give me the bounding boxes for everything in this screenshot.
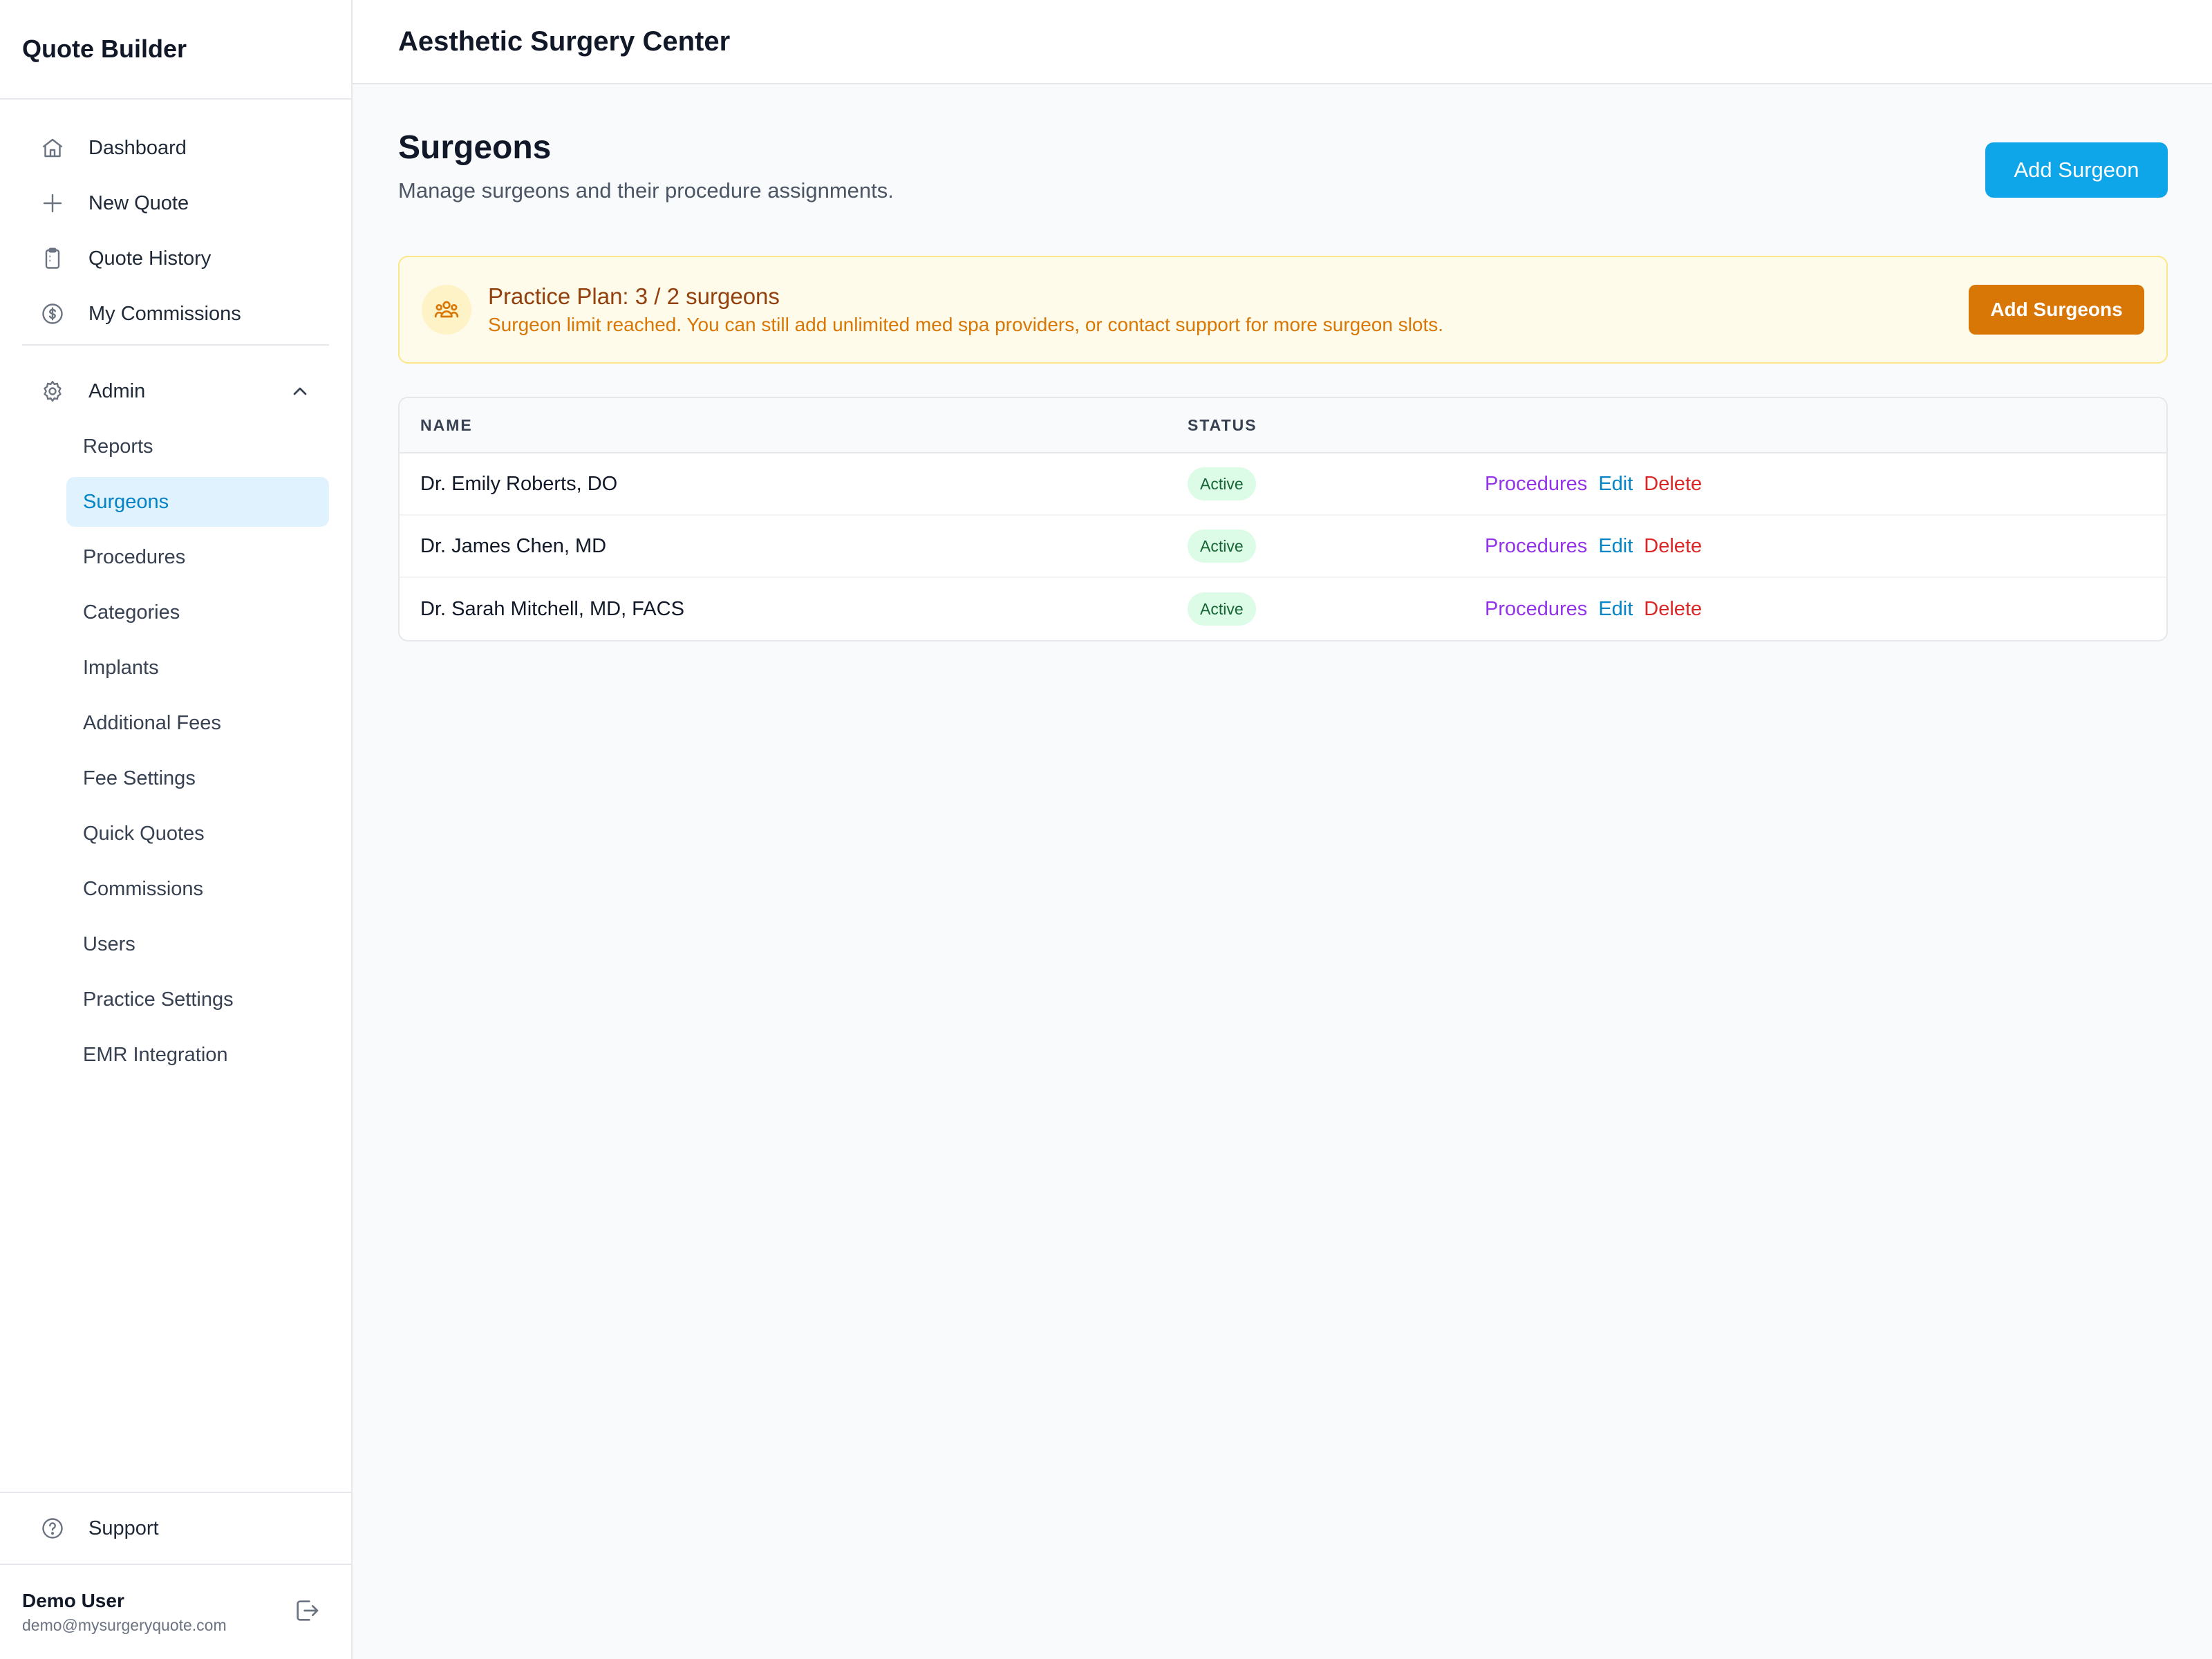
- row-actions: Procedures Edit Delete: [1485, 473, 2166, 496]
- surgeon-name: Dr. James Chen, MD: [420, 534, 607, 557]
- sidebar-item-label: Admin: [88, 379, 146, 402]
- users-group-icon: [422, 285, 471, 335]
- surgeons-table: NAME STATUS Dr. Emily Roberts, DO Active…: [398, 397, 2168, 641]
- sidebar-item-quick-quotes[interactable]: Quick Quotes: [66, 809, 329, 859]
- sidebar-item-my-commissions[interactable]: My Commissions: [22, 289, 329, 339]
- logout-icon[interactable]: [293, 1597, 321, 1628]
- sidebar-item-additional-fees[interactable]: Additional Fees: [66, 698, 329, 748]
- delete-link[interactable]: Delete: [1644, 535, 1702, 558]
- table-row: Dr. Emily Roberts, DO Active Procedures …: [400, 453, 2166, 516]
- sidebar-item-admin[interactable]: Admin: [22, 366, 329, 416]
- sidebar-divider: [22, 344, 329, 346]
- sidebar-item-label: Quote History: [88, 247, 212, 270]
- user-email: demo@mysurgeryquote.com: [22, 1615, 227, 1634]
- procedures-link[interactable]: Procedures: [1485, 598, 1587, 621]
- table-header: NAME STATUS: [400, 398, 2166, 453]
- sidebar-item-dashboard[interactable]: Dashboard: [22, 123, 329, 173]
- sidebar: Quote Builder Dashboard New Quote Quote …: [0, 0, 353, 1659]
- page-title: Surgeons: [398, 129, 552, 166]
- gear-icon: [39, 377, 66, 405]
- status-badge: Active: [1188, 467, 1256, 500]
- sidebar-item-procedures[interactable]: Procedures: [66, 532, 329, 582]
- surgeon-name: Dr. Emily Roberts, DO: [420, 472, 618, 495]
- delete-link[interactable]: Delete: [1644, 598, 1702, 621]
- sidebar-item-implants[interactable]: Implants: [66, 643, 329, 693]
- surgeon-name: Dr. Sarah Mitchell, MD, FACS: [420, 597, 684, 620]
- chevron-up-icon[interactable]: [289, 380, 311, 402]
- sidebar-item-label: Dashboard: [88, 136, 187, 159]
- plan-title: Practice Plan: 3 / 2 surgeons: [488, 283, 780, 309]
- column-header-status: STATUS: [1188, 415, 1257, 434]
- table-row: Dr. Sarah Mitchell, MD, FACS Active Proc…: [400, 578, 2166, 640]
- app-brand: Quote Builder: [0, 0, 351, 100]
- sidebar-item-fee-settings[interactable]: Fee Settings: [66, 753, 329, 803]
- status-cell: Active: [1188, 592, 1485, 626]
- main-content: Surgeons Manage surgeons and their proce…: [398, 84, 2168, 641]
- plus-icon: [39, 189, 66, 217]
- user-name: Demo User: [22, 1589, 124, 1611]
- add-surgeon-button[interactable]: Add Surgeon: [1985, 142, 2168, 198]
- user-profile: Demo User demo@mysurgeryquote.com: [0, 1565, 351, 1659]
- edit-link[interactable]: Edit: [1598, 535, 1633, 558]
- sidebar-item-quote-history[interactable]: Quote History: [22, 234, 329, 283]
- home-icon: [39, 134, 66, 162]
- practice-name: Aesthetic Surgery Center: [398, 26, 731, 57]
- admin-submenu: Reports Surgeons Procedures Categories I…: [22, 422, 329, 1080]
- plan-limit-banner: Practice Plan: 3 / 2 surgeons Surgeon li…: [398, 256, 2168, 364]
- sidebar-footer: Support Demo User demo@mysurgeryquote.co…: [0, 1492, 351, 1659]
- status-cell: Active: [1188, 467, 1485, 500]
- user-info: Demo User demo@mysurgeryquote.com: [22, 1590, 293, 1635]
- edit-link[interactable]: Edit: [1598, 598, 1633, 621]
- status-badge: Active: [1188, 592, 1256, 626]
- page-subtitle: Manage surgeons and their procedure assi…: [398, 178, 894, 203]
- status-badge: Active: [1188, 529, 1256, 563]
- sidebar-item-label: Support: [88, 1517, 159, 1539]
- plan-description: Surgeon limit reached. You can still add…: [488, 314, 1444, 335]
- sidebar-item-categories[interactable]: Categories: [66, 588, 329, 637]
- top-bar: Aesthetic Surgery Center: [353, 0, 2212, 84]
- delete-link[interactable]: Delete: [1644, 473, 1702, 496]
- sidebar-item-label: New Quote: [88, 191, 189, 214]
- sidebar-item-users[interactable]: Users: [66, 919, 329, 969]
- status-cell: Active: [1188, 529, 1485, 563]
- row-actions: Procedures Edit Delete: [1485, 598, 2166, 621]
- sidebar-item-commissions[interactable]: Commissions: [66, 864, 329, 914]
- clipboard-icon: [39, 245, 66, 272]
- sidebar-item-emr-integration[interactable]: EMR Integration: [66, 1030, 329, 1080]
- plan-text: Practice Plan: 3 / 2 surgeons Surgeon li…: [488, 283, 2166, 336]
- sidebar-nav: Dashboard New Quote Quote History My Com…: [0, 100, 351, 1080]
- sidebar-item-label: My Commissions: [88, 302, 241, 325]
- edit-link[interactable]: Edit: [1598, 473, 1633, 496]
- column-header-name: NAME: [420, 415, 473, 434]
- add-surgeons-button[interactable]: Add Surgeons: [1969, 285, 2144, 335]
- dollar-circle-icon: [39, 300, 66, 328]
- table-row: Dr. James Chen, MD Active Procedures Edi…: [400, 516, 2166, 578]
- sidebar-item-support[interactable]: Support: [0, 1492, 351, 1565]
- row-actions: Procedures Edit Delete: [1485, 535, 2166, 558]
- page-header: Surgeons Manage surgeons and their proce…: [398, 84, 2168, 256]
- procedures-link[interactable]: Procedures: [1485, 535, 1587, 558]
- sidebar-item-surgeons[interactable]: Surgeons: [66, 477, 329, 527]
- procedures-link[interactable]: Procedures: [1485, 473, 1587, 496]
- sidebar-item-new-quote[interactable]: New Quote: [22, 178, 329, 228]
- sidebar-item-reports[interactable]: Reports: [66, 422, 329, 471]
- sidebar-item-practice-settings[interactable]: Practice Settings: [66, 975, 329, 1024]
- help-circle-icon: [39, 1515, 66, 1542]
